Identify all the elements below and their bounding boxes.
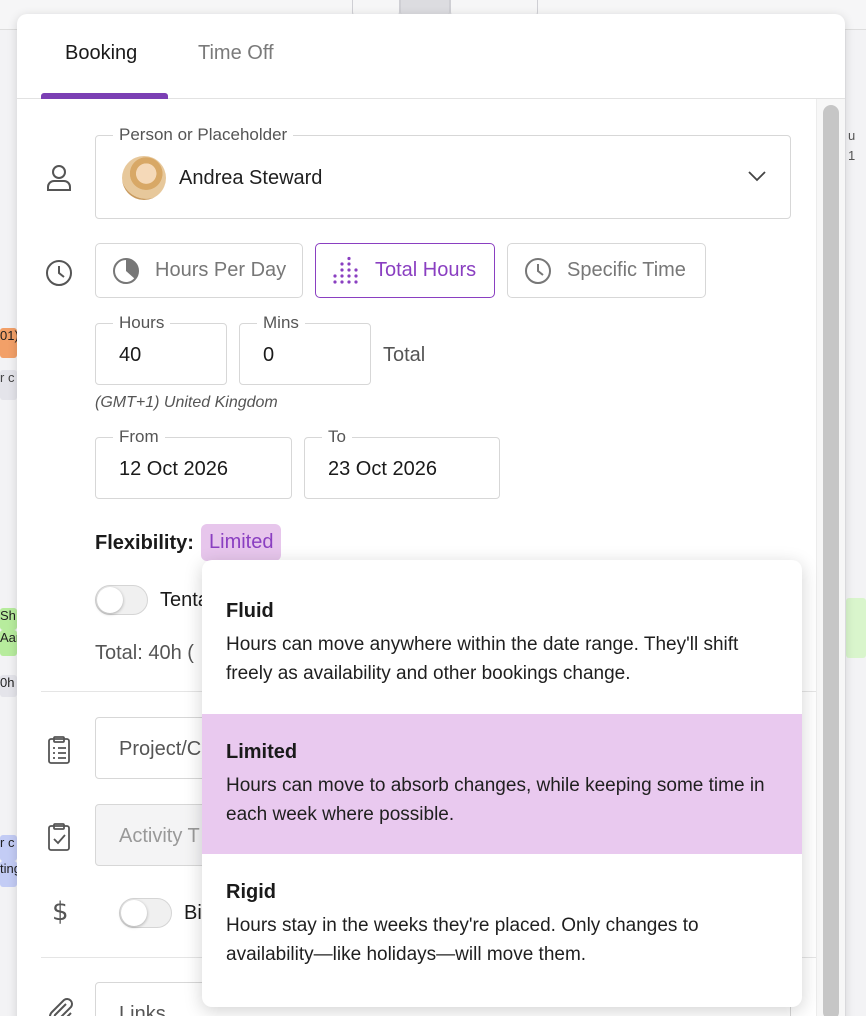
flex-option-description: Hours stay in the weeks they're placed. …: [226, 915, 699, 965]
billable-toggle[interactable]: [119, 898, 172, 928]
chevron-down-icon: [748, 171, 766, 182]
project-placeholder: Project/C: [119, 738, 202, 760]
background-chip: r c: [0, 835, 17, 861]
avatar: [122, 156, 166, 200]
flex-option-title: Limited: [226, 741, 298, 763]
specific-time-label: Specific Time: [567, 259, 686, 281]
hours-per-day-label: Hours Per Day: [155, 259, 287, 281]
person-name: Andrea Steward: [179, 167, 323, 189]
background-calendar-left: 01) r c Sh Aar 0h c r c ting: [0, 30, 17, 1016]
scrollbar-thumb[interactable]: [823, 105, 839, 1016]
links-placeholder: Links: [119, 1003, 166, 1016]
total-summary: Total: 40h (: [95, 642, 194, 664]
clipboard-list-icon: [44, 735, 74, 765]
person-select[interactable]: Person or Placeholder Andrea Steward: [95, 126, 791, 219]
tab-time-off[interactable]: Time Off: [198, 42, 274, 65]
flex-option-rigid[interactable]: Rigid Hours stay in the weeks they're pl…: [202, 854, 802, 994]
flex-option-title: Rigid: [226, 881, 276, 903]
background-chip: 1: [848, 148, 856, 163]
background-chip: [846, 598, 866, 658]
to-date-input[interactable]: To 23 Oct 2026: [304, 428, 500, 499]
dots-grid-icon: [333, 256, 358, 284]
mins-label: Mins: [257, 314, 305, 332]
background-chip: Aar: [0, 630, 17, 656]
to-label: To: [322, 428, 352, 446]
total-unit-label: Total: [383, 344, 426, 366]
background-chip: 01): [0, 328, 17, 358]
flex-option-description: Hours can move to absorb changes, while …: [226, 775, 765, 825]
hours-input[interactable]: Hours 40: [95, 314, 227, 385]
total-hours-label: Total Hours: [375, 259, 477, 281]
mins-input[interactable]: Mins 0: [239, 314, 371, 385]
hours-per-day-button[interactable]: Hours Per Day: [95, 243, 303, 298]
total-hours-button[interactable]: Total Hours: [315, 243, 495, 298]
dollar-icon: $: [44, 896, 74, 927]
flexibility-dropdown-trigger[interactable]: Limited: [201, 524, 282, 561]
hours-label: Hours: [113, 314, 171, 332]
from-value: 12 Oct 2026: [119, 458, 228, 480]
background-chip: u: [848, 128, 856, 143]
background-chip: ting: [0, 861, 17, 887]
to-value: 23 Oct 2026: [328, 458, 437, 480]
activity-placeholder: Activity T: [119, 825, 200, 847]
flexibility-dropdown-menu: Fluid Hours can move anywhere within the…: [202, 560, 802, 1007]
flex-option-limited[interactable]: Limited Hours can move to absorb changes…: [202, 714, 802, 854]
background-chip: 0h c: [0, 675, 17, 697]
flex-option-description: Hours can move anywhere within the date …: [226, 634, 739, 684]
flex-option-title: Fluid: [226, 600, 274, 622]
mins-value: 0: [263, 344, 275, 366]
flexibility-label: Flexibility:: [95, 532, 194, 554]
clock-icon: [525, 257, 551, 284]
clipboard-check-icon: [44, 822, 74, 852]
hours-value: 40: [119, 344, 142, 366]
flex-option-fluid[interactable]: Fluid Hours can move anywhere within the…: [202, 560, 802, 700]
person-icon: [44, 162, 74, 192]
background-chip: Sh: [0, 608, 17, 630]
active-tab-indicator: [41, 93, 168, 99]
billable-label: Bi: [184, 902, 202, 924]
tab-booking[interactable]: Booking: [65, 42, 137, 65]
paperclip-icon: [44, 996, 74, 1016]
background-calendar-right: u 1: [846, 30, 866, 1016]
from-label: From: [113, 428, 165, 446]
clock-icon: [44, 258, 74, 288]
specific-time-button[interactable]: Specific Time: [507, 243, 706, 298]
tentative-toggle[interactable]: [95, 585, 148, 615]
person-select-label: Person or Placeholder: [113, 126, 294, 144]
background-chip: r c: [0, 370, 17, 400]
tab-bar: Booking Time Off: [17, 14, 845, 99]
from-date-input[interactable]: From 12 Oct 2026: [95, 428, 292, 499]
svg-text:$: $: [52, 897, 69, 926]
timezone-label: (GMT+1) United Kingdom: [95, 394, 278, 411]
pie-clock-icon: [113, 257, 139, 284]
